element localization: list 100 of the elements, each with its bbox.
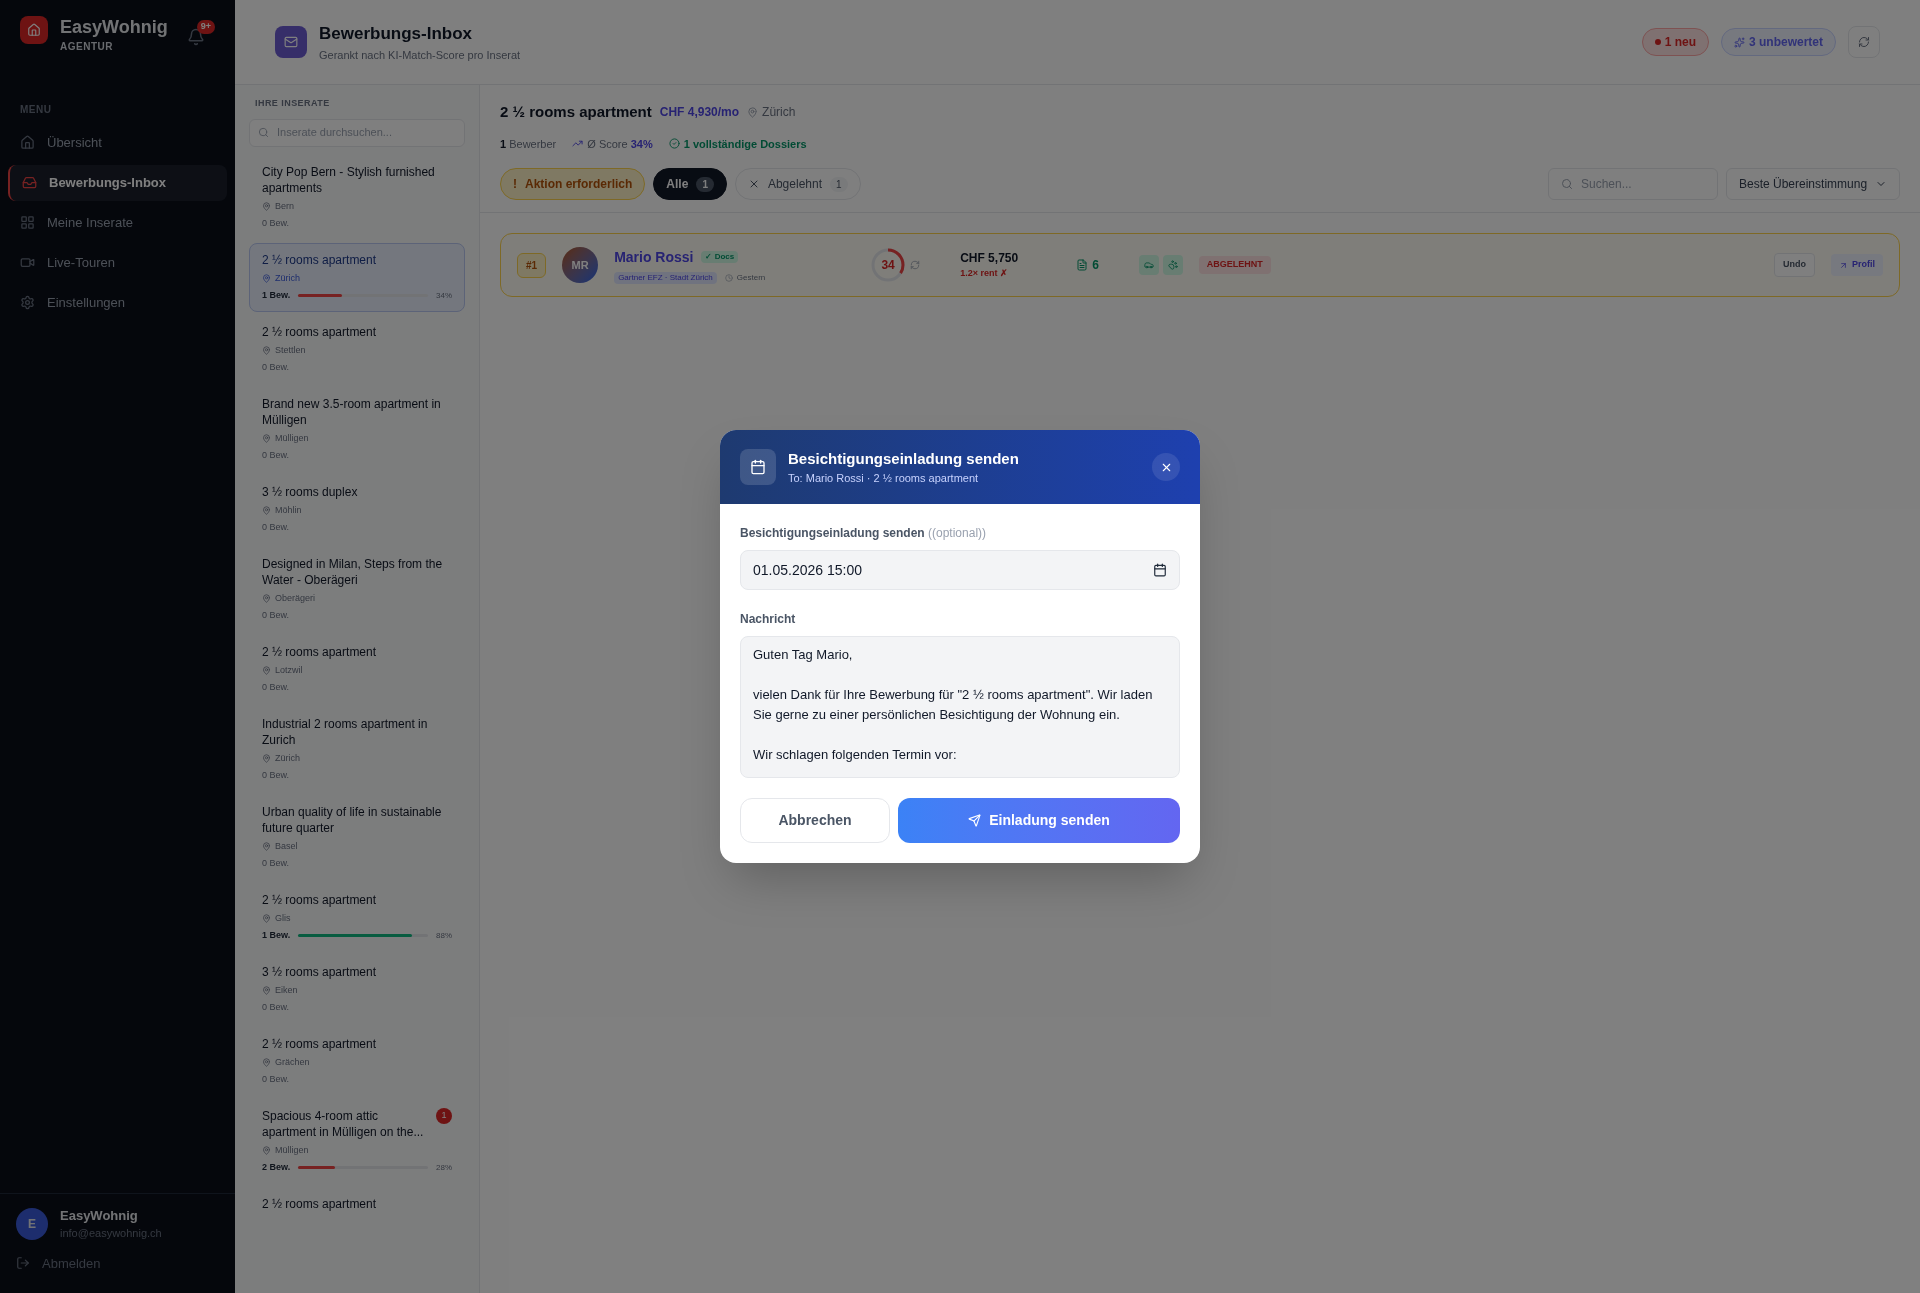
filter-tab[interactable]: ! Aktion erforderlich <box>500 168 646 200</box>
nav-item[interactable]: Einstellungen <box>8 284 227 321</box>
pin-icon <box>262 753 271 763</box>
cancel-button[interactable]: Abbrechen <box>740 798 890 843</box>
check-circle-icon <box>668 138 680 150</box>
docs-badge: ✓ Docs <box>701 251 739 263</box>
applicant-count: 1 Bew. <box>262 289 291 302</box>
status-badge: ABGELEHNT <box>1198 256 1271 274</box>
message-label: Nachricht <box>740 611 797 628</box>
listing-card[interactable]: 2 ½ rooms apartment <box>249 1186 465 1221</box>
pin-icon <box>262 201 271 211</box>
listing-card[interactable]: Designed in Milan, Steps from the Water - Oberägeri Oberägeri 0 Bew. <box>249 546 465 632</box>
send-invitation-button[interactable]: Einladung senden <box>898 798 1180 843</box>
listing-card[interactable]: 2 ½ rooms apartment Zürich 1 Bew. 34% <box>249 242 465 312</box>
undo-button[interactable]: Undo <box>1774 253 1815 277</box>
date-label: Besichtigungseinladung senden ((optional)) <box>740 525 988 542</box>
match-percent: 34% <box>436 289 452 302</box>
listing-heading: 2 ½ rooms apartment <box>500 102 652 122</box>
listing-card[interactable]: Industrial 2 rooms apartment in Zurich Zürich 0 Bew. <box>249 706 465 792</box>
rank-badge: #1 <box>517 252 547 278</box>
applicant-count: 1 Bew. <box>262 929 291 942</box>
listing-card[interactable]: Urban quality of life in sustainable future quarter Basel 0 Bew. <box>249 794 465 880</box>
score-stat: Ø Score 34% <box>587 136 653 152</box>
bell-icon[interactable] <box>186 28 205 46</box>
dialog-subtitle: To: Mario Rossi · 2 ½ rooms apartment <box>788 471 980 486</box>
pin-icon <box>262 345 271 355</box>
filter-tab[interactable]: Alle 1 <box>653 168 727 200</box>
car-icon <box>1138 255 1159 275</box>
listing-location: Zürich <box>275 751 300 765</box>
listing-title: 2 ½ rooms apartment <box>262 891 377 908</box>
pin-icon <box>262 1145 271 1155</box>
sort-dropdown[interactable]: Beste Übereinstimmung <box>1726 168 1900 200</box>
pin-icon <box>262 593 271 603</box>
listing-card[interactable]: 2 ½ rooms apartment Grächen 0 Bew. <box>249 1026 465 1096</box>
applicant-count: 0 Bew. <box>262 769 290 782</box>
time-label: Gestern <box>736 271 766 284</box>
applicant-count: 0 Bew. <box>262 449 290 462</box>
avatar: MR <box>562 247 599 283</box>
pin-icon <box>262 505 271 515</box>
applicant-count: 0 Bew. <box>262 609 290 622</box>
nav-item[interactable]: Live-Touren <box>8 244 227 281</box>
applicant-count: 2 Bew. <box>262 1161 291 1174</box>
user-avatar: E <box>16 1207 48 1240</box>
nav-item[interactable]: Bewerbungs-Inbox <box>8 164 227 201</box>
settings-icon <box>20 295 35 310</box>
unrated-badge: 3 unbewertet <box>1721 28 1836 56</box>
pin-icon <box>262 665 271 675</box>
listing-title: 2 ½ rooms apartment <box>262 1035 377 1052</box>
logo-icon <box>20 16 48 44</box>
grid-icon <box>20 215 35 230</box>
pin-icon <box>262 985 271 995</box>
nav-item[interactable]: Übersicht <box>8 124 227 161</box>
applicant-count: 0 Bew. <box>262 1001 290 1014</box>
nav-item[interactable]: Meine Inserate <box>8 204 227 241</box>
count-badge: 1 <box>436 1107 452 1124</box>
exclamation-mark: ! <box>513 176 517 193</box>
logout-icon <box>16 1256 30 1271</box>
listing-location: Lotzwil <box>275 663 303 677</box>
user-name: EasyWohnig <box>60 1206 139 1225</box>
message-field[interactable]: Guten Tag Mario, vielen Dank für Ihre Bewerbung für "2 ½ rooms apartment". Wir laden Sie gerne zu einer persönlichen Besichtigung der Wohnung ein. Wir schlagen folgenden Termin vor: <box>740 636 1180 778</box>
listing-card[interactable]: 2 ½ rooms apartment Lotzwil 0 Bew. <box>249 634 465 704</box>
listing-price: CHF 4,930/mo <box>659 104 740 122</box>
listing-title: 3 ½ rooms apartment <box>262 963 377 980</box>
dossier-stat: 1 vollständige Dossiers <box>683 136 807 152</box>
pin-icon <box>262 1057 271 1067</box>
listing-title: 2 ½ rooms apartment <box>262 323 377 340</box>
applicant-count: 0 Bew. <box>262 217 290 230</box>
date-field[interactable]: 01.05.2026 15:00 <box>740 550 1180 590</box>
brand-name: EasyWohnig <box>60 16 168 39</box>
job-tag: Gartner EFZ · Stadt Zürich <box>614 271 717 284</box>
filter-tab[interactable]: Abgelehnt 1 <box>734 168 861 200</box>
listing-card[interactable]: City Pop Bern - Stylish furnished apartments Bern 0 Bew. <box>249 154 465 240</box>
listing-location: Zürich <box>275 271 300 285</box>
video-camera-icon <box>20 255 35 270</box>
listing-card[interactable]: Brand new 3.5-room apartment in Mülligen Mülligen 0 Bew. <box>249 386 465 472</box>
applicant-name[interactable]: Mario Rossi <box>614 246 694 268</box>
count-badge: 1 <box>830 176 848 192</box>
listing-title: City Pop Bern - Stylish furnished apartments <box>262 163 436 196</box>
document-icon <box>1076 259 1089 271</box>
rent-amount: CHF 5,750 <box>960 250 1020 268</box>
clock-icon <box>724 273 733 282</box>
applicant-stat: 1 Bewerber <box>500 136 557 152</box>
listing-title: Designed in Milan, Steps from the Water - Oberägeri <box>262 555 444 588</box>
listing-location: Grächen <box>275 1055 310 1069</box>
listing-card[interactable]: 3 ½ rooms duplex Möhlin 0 Bew. <box>249 474 465 544</box>
pin-icon <box>262 841 271 851</box>
listing-title: 2 ½ rooms apartment <box>262 251 377 268</box>
listing-card[interactable]: 3 ½ rooms apartment Eiken 0 Bew. <box>249 954 465 1024</box>
listing-card[interactable]: 2 ½ rooms apartment Stettlen 0 Bew. <box>249 314 465 384</box>
section-label: IHRE INSERATE <box>254 97 331 110</box>
listing-title: 2 ½ rooms apartment <box>262 643 377 660</box>
profile-button[interactable]: Profil <box>1831 254 1883 276</box>
close-button[interactable] <box>1152 453 1180 481</box>
page-subtitle: Gerankt nach KI-Match-Score pro Inserat <box>319 47 521 63</box>
listing-title: 3 ½ rooms duplex <box>262 483 358 500</box>
arrow-up-right-icon <box>1839 260 1848 270</box>
calendar-icon <box>1153 563 1167 577</box>
applicant-row[interactable]: #1 MR Mario Rossi ✓ Docs Gartner EFZ · Stadt Zürich Gestern 34 CHF 5,750 1.2× rent ✗ 6 ABGELEHNT Undo Profil <box>500 233 1900 297</box>
refresh-button[interactable] <box>1848 26 1880 58</box>
brand-subtitle: AGENTUR <box>60 39 114 54</box>
